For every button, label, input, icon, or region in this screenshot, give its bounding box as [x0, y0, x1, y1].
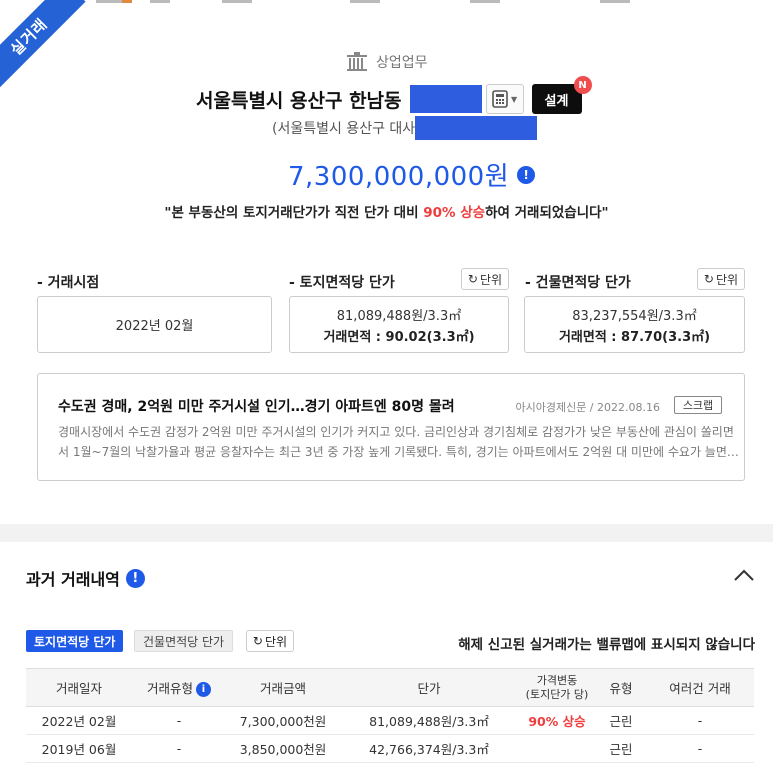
- tab-land-unit-price[interactable]: 토지면적당 단가: [26, 630, 124, 652]
- calculator-icon: [492, 90, 508, 108]
- land-unit-button[interactable]: ↻ 단위: [461, 268, 509, 290]
- info-icon[interactable]: i: [196, 682, 211, 697]
- sub-address-row: (서울특별시 용산구 대사: [272, 116, 538, 140]
- history-unit-button[interactable]: ↻ 단위: [246, 630, 294, 652]
- building-icon: [347, 52, 367, 71]
- cancel-notice: 해제 신고된 실거래가는 밸류맵에 표시되지 않습니다: [458, 637, 755, 653]
- table-row[interactable]: 2019년 06월 - 3,850,000천원 42,766,374원/3.3㎡…: [26, 734, 754, 763]
- news-source: 아시아경제신문 / 2022.08.16: [515, 401, 660, 414]
- new-badge: N: [573, 76, 592, 94]
- price-change-quote: "본 부동산의 토지거래단가가 직전 단가 대비 90% 상승하여 거래되었습니…: [164, 205, 609, 221]
- col-title-building: - 건물면적당 단가: [525, 275, 631, 291]
- col-multi: 여러건 거래: [646, 668, 754, 707]
- refresh-icon: ↻: [703, 272, 714, 286]
- real-transaction-ribbon: 실거래: [0, 0, 86, 90]
- news-body: 경매시장에서 수도권 감정가 2억원 미만 주거시설의 인기가 커지고 있다. …: [58, 425, 738, 459]
- table-row[interactable]: 2022년 02월 - 7,300,000천원 81,089,488원/3.3㎡…: [26, 706, 754, 735]
- refresh-icon: ↻: [467, 272, 478, 286]
- section-divider: [0, 524, 773, 542]
- chevron-up-icon[interactable]: [733, 568, 755, 582]
- redacted-block: [409, 85, 482, 113]
- transaction-date: 2022년 02월: [115, 319, 194, 334]
- land-unit-price: 81,089,488원/3.3㎡: [336, 308, 462, 324]
- address-row: 서울특별시 용산구 한남동 ▼ 설계 N: [196, 76, 592, 114]
- redacted-block-2: [415, 116, 538, 140]
- building-unit-button[interactable]: ↻ 단위: [697, 268, 745, 290]
- calculator-button[interactable]: ▼: [485, 84, 524, 114]
- change-highlight: 90% 상승: [423, 205, 486, 221]
- design-button-label: 설계: [544, 93, 569, 109]
- transaction-price: 7,300,000,000원: [288, 162, 510, 192]
- building-unit-price: 83,237,554원/3.3㎡: [572, 308, 697, 324]
- scrap-button[interactable]: 스크랩: [674, 396, 722, 414]
- col-unit-price: 단가: [340, 668, 518, 707]
- caret-down-icon: ▼: [510, 94, 518, 104]
- category-label: 상업업무: [346, 52, 428, 72]
- table-header-row: 거래일자 거래유형 i 거래금액 단가 가격변동 (토지단가 당) 유형 여러건 거…: [26, 668, 754, 707]
- land-area: 거래면적 : 90.02(3.3㎡): [323, 329, 475, 345]
- col-amount: 거래금액: [226, 668, 340, 707]
- col-title-date: - 거래시점: [37, 275, 100, 291]
- col-title-land: - 토지면적당 단가: [289, 275, 395, 291]
- refresh-icon: ↻: [252, 634, 263, 648]
- col-type: 거래유형 i: [132, 668, 226, 707]
- top-strip: [0, 0, 773, 4]
- info-icon[interactable]: !: [517, 165, 536, 184]
- news-card[interactable]: 수도권 경매, 2억원 미만 주거시설 인기…경기 아파트엔 80명 몰려 아시…: [37, 373, 745, 481]
- price-row: 7,300,000,000원 !: [288, 156, 536, 193]
- info-icon[interactable]: !: [125, 568, 145, 588]
- date-box: 2022년 02월: [37, 296, 272, 353]
- building-price-box: 83,237,554원/3.3㎡ 거래면적 : 87.70(3.3㎡): [524, 296, 745, 353]
- transaction-table: 거래일자 거래유형 i 거래금액 단가 가격변동 (토지단가 당) 유형 여러건 거…: [26, 668, 754, 763]
- building-area: 거래면적 : 87.70(3.3㎡): [558, 329, 711, 345]
- col-change: 가격변동 (토지단가 당): [518, 668, 596, 707]
- col-kind: 유형: [596, 668, 646, 707]
- ribbon-wrap: 실거래: [0, 0, 90, 90]
- sub-address: (서울특별시 용산구 대사: [272, 121, 416, 137]
- category-text: 상업업무: [376, 55, 428, 71]
- land-price-box: 81,089,488원/3.3㎡ 거래면적 : 90.02(3.3㎡): [289, 296, 509, 353]
- col-date: 거래일자: [26, 668, 132, 707]
- news-title[interactable]: 수도권 경매, 2억원 미만 주거시설 인기…경기 아파트엔 80명 몰려: [58, 396, 455, 416]
- history-title: 과거 거래내역 !: [26, 566, 145, 590]
- tab-building-unit-price[interactable]: 건물면적당 단가: [134, 630, 234, 652]
- design-button[interactable]: 설계 N: [531, 76, 592, 114]
- address-title: 서울특별시 용산구 한남동: [196, 89, 402, 112]
